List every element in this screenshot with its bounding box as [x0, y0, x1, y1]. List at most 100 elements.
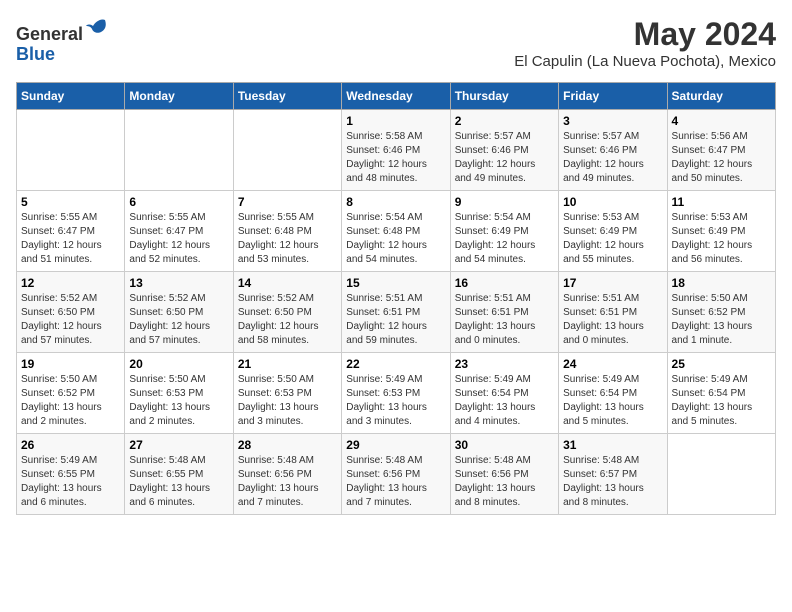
header-day-saturday: Saturday	[667, 83, 775, 110]
calendar-cell: 19 Sunrise: 5:50 AM Sunset: 6:52 PM Dayli…	[17, 353, 125, 434]
calendar-cell: 21 Sunrise: 5:50 AM Sunset: 6:53 PM Dayli…	[233, 353, 341, 434]
calendar-cell: 18Sunrise: 5:50 AM Sunset: 6:52 PM Dayli…	[667, 272, 775, 353]
subtitle: El Capulin (La Nueva Pochota), Mexico	[514, 53, 776, 70]
day-info: Sunrise: 5:48 AM Sunset: 6:56 PM Dayligh…	[455, 454, 554, 510]
calendar-cell: 10 Sunrise: 5:53 AM Sunset: 6:49 PM Dayli…	[559, 191, 667, 272]
day-number: 25	[672, 357, 771, 371]
day-info: Sunrise: 5:52 AM Sunset: 6:50 PM Dayligh…	[21, 292, 120, 348]
header-day-thursday: Thursday	[450, 83, 558, 110]
day-number: 28	[238, 438, 337, 452]
header: General Blue May 2024 El Capulin (La Nue…	[16, 16, 776, 70]
day-info: Sunrise: 5:49 AM Sunset: 6:55 PM Dayligh…	[21, 454, 120, 510]
calendar-week-row: 12 Sunrise: 5:52 AM Sunset: 6:50 PM Dayli…	[17, 272, 776, 353]
logo-blue: Blue	[16, 44, 55, 64]
calendar-cell: 28 Sunrise: 5:48 AM Sunset: 6:56 PM Dayli…	[233, 434, 341, 515]
day-info: Sunrise: 5:55 AM Sunset: 6:48 PM Dayligh…	[238, 211, 337, 267]
calendar-header-row: SundayMondayTuesdayWednesdayThursdayFrid…	[17, 83, 776, 110]
day-number: 4	[672, 114, 771, 128]
header-day-sunday: Sunday	[17, 83, 125, 110]
day-number: 5	[21, 195, 120, 209]
day-number: 21	[238, 357, 337, 371]
calendar-cell: 13Sunrise: 5:52 AM Sunset: 6:50 PM Dayli…	[125, 272, 233, 353]
day-info: Sunrise: 5:55 AM Sunset: 6:47 PM Dayligh…	[129, 211, 228, 267]
day-number: 3	[563, 114, 662, 128]
calendar-week-row: 5 Sunrise: 5:55 AM Sunset: 6:47 PM Daylig…	[17, 191, 776, 272]
logo-general: General	[16, 24, 83, 44]
calendar-cell: 7 Sunrise: 5:55 AM Sunset: 6:48 PM Daylig…	[233, 191, 341, 272]
day-info: Sunrise: 5:55 AM Sunset: 6:47 PM Dayligh…	[21, 211, 120, 267]
day-number: 15	[346, 276, 445, 290]
calendar-cell: 26 Sunrise: 5:49 AM Sunset: 6:55 PM Dayli…	[17, 434, 125, 515]
day-info: Sunrise: 5:50 AM Sunset: 6:53 PM Dayligh…	[129, 373, 228, 429]
calendar-cell: 23 Sunrise: 5:49 AM Sunset: 6:54 PM Dayli…	[450, 353, 558, 434]
calendar-cell: 31Sunrise: 5:48 AM Sunset: 6:57 PM Dayli…	[559, 434, 667, 515]
day-number: 9	[455, 195, 554, 209]
calendar-cell: 16 Sunrise: 5:51 AM Sunset: 6:51 PM Dayli…	[450, 272, 558, 353]
calendar-week-row: 19 Sunrise: 5:50 AM Sunset: 6:52 PM Dayli…	[17, 353, 776, 434]
day-number: 11	[672, 195, 771, 209]
calendar-cell: 29Sunrise: 5:48 AM Sunset: 6:56 PM Dayli…	[342, 434, 450, 515]
day-info: Sunrise: 5:57 AM Sunset: 6:46 PM Dayligh…	[563, 130, 662, 186]
header-day-tuesday: Tuesday	[233, 83, 341, 110]
calendar-cell: 1 Sunrise: 5:58 AM Sunset: 6:46 PM Daylig…	[342, 110, 450, 191]
day-number: 22	[346, 357, 445, 371]
calendar-cell: 27 Sunrise: 5:48 AM Sunset: 6:55 PM Dayli…	[125, 434, 233, 515]
day-number: 10	[563, 195, 662, 209]
calendar-cell	[125, 110, 233, 191]
calendar-cell: 6 Sunrise: 5:55 AM Sunset: 6:47 PM Daylig…	[125, 191, 233, 272]
header-day-monday: Monday	[125, 83, 233, 110]
day-number: 7	[238, 195, 337, 209]
calendar-cell: 20Sunrise: 5:50 AM Sunset: 6:53 PM Dayli…	[125, 353, 233, 434]
calendar-cell: 25 Sunrise: 5:49 AM Sunset: 6:54 PM Dayli…	[667, 353, 775, 434]
calendar-cell	[667, 434, 775, 515]
title-area: May 2024 El Capulin (La Nueva Pochota), …	[514, 16, 776, 70]
calendar-cell: 4 Sunrise: 5:56 AM Sunset: 6:47 PM Daylig…	[667, 110, 775, 191]
day-info: Sunrise: 5:50 AM Sunset: 6:52 PM Dayligh…	[21, 373, 120, 429]
day-info: Sunrise: 5:51 AM Sunset: 6:51 PM Dayligh…	[563, 292, 662, 348]
calendar-cell: 30 Sunrise: 5:48 AM Sunset: 6:56 PM Dayli…	[450, 434, 558, 515]
calendar-cell: 2Sunrise: 5:57 AM Sunset: 6:46 PM Daylig…	[450, 110, 558, 191]
calendar-cell: 12 Sunrise: 5:52 AM Sunset: 6:50 PM Dayli…	[17, 272, 125, 353]
day-info: Sunrise: 5:58 AM Sunset: 6:46 PM Dayligh…	[346, 130, 445, 186]
day-number: 30	[455, 438, 554, 452]
calendar-cell	[233, 110, 341, 191]
day-number: 27	[129, 438, 228, 452]
header-day-friday: Friday	[559, 83, 667, 110]
day-info: Sunrise: 5:49 AM Sunset: 6:53 PM Dayligh…	[346, 373, 445, 429]
day-number: 16	[455, 276, 554, 290]
main-title: May 2024	[514, 16, 776, 53]
day-number: 12	[21, 276, 120, 290]
day-number: 1	[346, 114, 445, 128]
day-number: 19	[21, 357, 120, 371]
calendar-cell: 14 Sunrise: 5:52 AM Sunset: 6:50 PM Dayli…	[233, 272, 341, 353]
day-info: Sunrise: 5:56 AM Sunset: 6:47 PM Dayligh…	[672, 130, 771, 186]
day-number: 26	[21, 438, 120, 452]
day-info: Sunrise: 5:51 AM Sunset: 6:51 PM Dayligh…	[455, 292, 554, 348]
header-day-wednesday: Wednesday	[342, 83, 450, 110]
day-number: 8	[346, 195, 445, 209]
day-info: Sunrise: 5:48 AM Sunset: 6:57 PM Dayligh…	[563, 454, 662, 510]
day-info: Sunrise: 5:49 AM Sunset: 6:54 PM Dayligh…	[672, 373, 771, 429]
calendar-cell: 3 Sunrise: 5:57 AM Sunset: 6:46 PM Daylig…	[559, 110, 667, 191]
day-info: Sunrise: 5:50 AM Sunset: 6:53 PM Dayligh…	[238, 373, 337, 429]
calendar-table: SundayMondayTuesdayWednesdayThursdayFrid…	[16, 82, 776, 515]
day-info: Sunrise: 5:53 AM Sunset: 6:49 PM Dayligh…	[672, 211, 771, 267]
calendar-cell: 8Sunrise: 5:54 AM Sunset: 6:48 PM Daylig…	[342, 191, 450, 272]
day-number: 6	[129, 195, 228, 209]
calendar-week-row: 26 Sunrise: 5:49 AM Sunset: 6:55 PM Dayli…	[17, 434, 776, 515]
day-number: 29	[346, 438, 445, 452]
calendar-cell: 24Sunrise: 5:49 AM Sunset: 6:54 PM Dayli…	[559, 353, 667, 434]
day-number: 14	[238, 276, 337, 290]
day-info: Sunrise: 5:48 AM Sunset: 6:55 PM Dayligh…	[129, 454, 228, 510]
day-info: Sunrise: 5:52 AM Sunset: 6:50 PM Dayligh…	[129, 292, 228, 348]
calendar-cell: 15 Sunrise: 5:51 AM Sunset: 6:51 PM Dayli…	[342, 272, 450, 353]
day-info: Sunrise: 5:49 AM Sunset: 6:54 PM Dayligh…	[455, 373, 554, 429]
day-info: Sunrise: 5:51 AM Sunset: 6:51 PM Dayligh…	[346, 292, 445, 348]
day-info: Sunrise: 5:52 AM Sunset: 6:50 PM Dayligh…	[238, 292, 337, 348]
day-number: 23	[455, 357, 554, 371]
day-info: Sunrise: 5:48 AM Sunset: 6:56 PM Dayligh…	[238, 454, 337, 510]
day-number: 17	[563, 276, 662, 290]
calendar-cell: 9Sunrise: 5:54 AM Sunset: 6:49 PM Daylig…	[450, 191, 558, 272]
day-info: Sunrise: 5:53 AM Sunset: 6:49 PM Dayligh…	[563, 211, 662, 267]
calendar-cell	[17, 110, 125, 191]
